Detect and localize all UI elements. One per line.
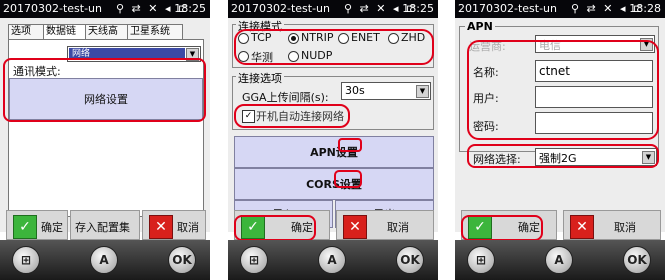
device-title: 20170302-test-un xyxy=(458,2,557,15)
chevron-down-icon[interactable]: ▼ xyxy=(416,85,429,98)
clock: 18:25 xyxy=(402,2,434,15)
cancel-label: 取消 xyxy=(387,221,409,234)
gga-interval-label: GGA上传间隔(s): xyxy=(242,91,329,104)
clock: 18:25 xyxy=(174,2,206,15)
confirm-button[interactable]: ✓ 确定 xyxy=(6,210,68,240)
gga-interval-select[interactable]: 30s ▼ xyxy=(341,82,431,100)
save-config-label: 存入配置集 xyxy=(75,221,130,234)
highlight-annotation xyxy=(3,58,206,122)
keyboard-a-button[interactable]: A xyxy=(545,246,573,274)
close-icon: ✕ xyxy=(343,215,367,239)
windows-flag-icon[interactable]: ⊞ xyxy=(12,246,40,274)
clock: 18:28 xyxy=(629,2,661,15)
keyboard-a-button[interactable]: A xyxy=(90,246,118,274)
tab-options[interactable]: 选项 xyxy=(8,24,44,39)
screen-body: APN 运营商: 电信 ▼ 名称: ctnet 用户: 密码: 网络选择: 强制… xyxy=(455,18,665,232)
highlight-annotation xyxy=(467,40,659,140)
screen-network-settings: 20170302-test-un ⚲ ⇄ ✕ ◂ ⊏ 18:25 连接模式 TC… xyxy=(228,0,438,280)
tab-satellite-system[interactable]: 卫星系统 xyxy=(127,24,183,39)
nav-bar: ⊞ A OK xyxy=(455,240,665,280)
gga-interval-value: 30s xyxy=(345,84,365,97)
keyboard-a-button[interactable]: A xyxy=(318,246,346,274)
tab-antenna-height[interactable]: 天线高 xyxy=(85,24,129,39)
device-title: 20170302-test-un xyxy=(3,2,102,15)
apn-legend: APN xyxy=(465,20,495,33)
screen-data-link: 20170302-test-un ⚲ ⇄ ✕ ◂ ⊏ 18:25 选项 数据链 … xyxy=(0,0,210,280)
close-icon: ✕ xyxy=(570,215,594,239)
apn-settings-button[interactable]: APN设置 xyxy=(234,136,434,168)
ok-button[interactable]: OK xyxy=(168,246,196,274)
nav-bar: ⊞ A OK xyxy=(0,240,210,280)
status-bar: 20170302-test-un ⚲ ⇄ ✕ ◂ ⊏ 18:25 xyxy=(228,0,438,18)
cancel-button[interactable]: ✕ 取消 xyxy=(336,210,434,240)
close-icon: ✕ xyxy=(149,215,173,239)
check-icon: ✓ xyxy=(13,215,37,239)
nav-bar: ⊞ A OK xyxy=(228,240,438,280)
highlight-annotation xyxy=(461,215,543,241)
device-title: 20170302-test-un xyxy=(231,2,330,15)
screen-apn-settings: 20170302-test-un ⚲ ⇄ ✕ ◂ ⊏ 18:28 APN 运营商… xyxy=(455,0,665,280)
highlight-annotation xyxy=(467,144,659,168)
cancel-button[interactable]: ✕ 取消 xyxy=(563,210,661,240)
highlight-annotation xyxy=(234,215,316,241)
cancel-label: 取消 xyxy=(177,221,199,234)
ok-button[interactable]: OK xyxy=(396,246,424,274)
windows-flag-icon[interactable]: ⊞ xyxy=(467,246,495,274)
highlight-annotation xyxy=(334,170,362,188)
cancel-button[interactable]: ✕ 取消 xyxy=(142,210,206,240)
confirm-label: 确定 xyxy=(41,221,63,234)
ok-button[interactable]: OK xyxy=(623,246,651,274)
windows-flag-icon[interactable]: ⊞ xyxy=(240,246,268,274)
highlight-annotation xyxy=(234,29,434,65)
connect-options-legend: 连接选项 xyxy=(236,70,284,86)
highlight-annotation xyxy=(234,104,350,128)
highlight-annotation xyxy=(338,138,362,152)
tab-data-link[interactable]: 数据链 xyxy=(43,24,87,40)
save-config-button[interactable]: 存入配置集 xyxy=(70,210,140,240)
screen-body: 选项 数据链 天线高 卫星系统 通讯模式: 网络 ▼ 网络设置 xyxy=(0,18,210,232)
status-bar: 20170302-test-un ⚲ ⇄ ✕ ◂ ⊏ 18:25 xyxy=(0,0,210,18)
cancel-label: 取消 xyxy=(614,221,636,234)
screen-body: 连接模式 TCP NTRIP ENET ZHD 华测 NUDP 连接选项 GGA… xyxy=(228,18,438,232)
status-bar: 20170302-test-un ⚲ ⇄ ✕ ◂ ⊏ 18:28 xyxy=(455,0,665,18)
